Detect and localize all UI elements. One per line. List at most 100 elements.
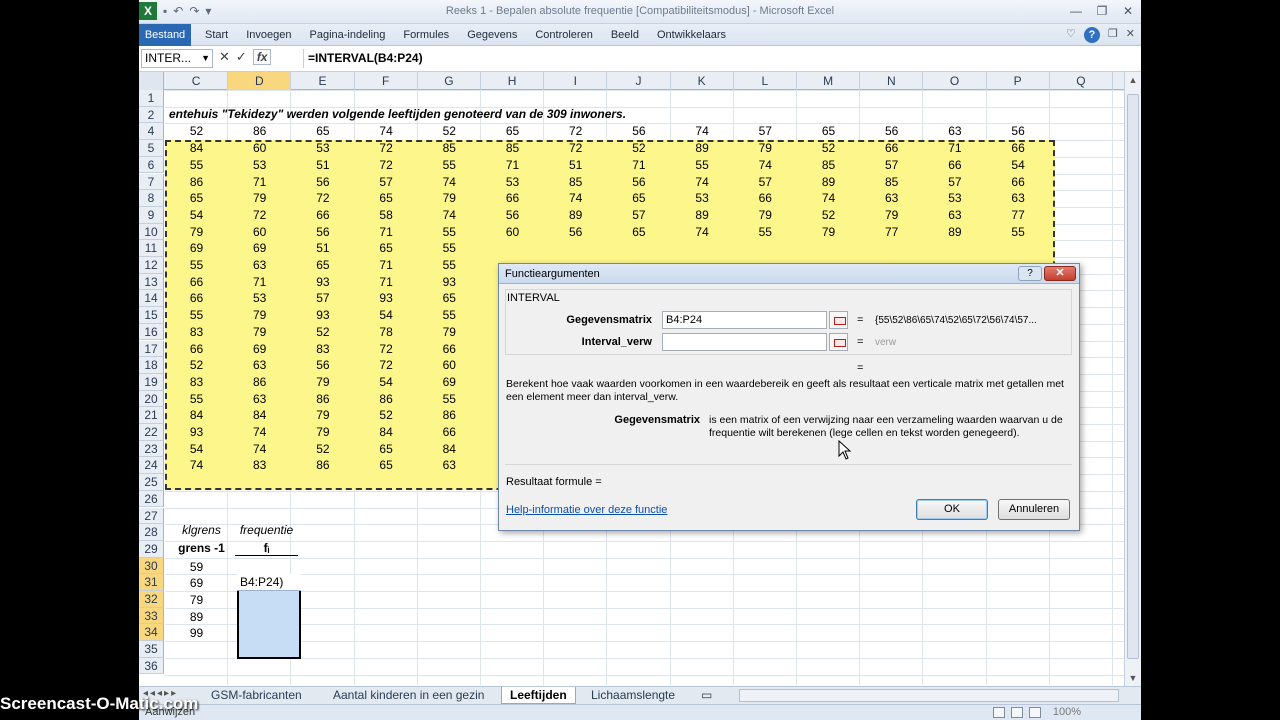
data-cell[interactable]: 65 xyxy=(291,123,354,139)
data-cell[interactable]: 79 xyxy=(734,140,797,156)
row-header-12[interactable]: 12 xyxy=(139,257,164,274)
data-cell[interactable]: 55 xyxy=(418,307,481,323)
data-cell[interactable]: 53 xyxy=(923,190,986,206)
row-header-4[interactable]: 4 xyxy=(139,123,164,141)
data-cell[interactable]: 56 xyxy=(291,224,354,240)
row-header-19[interactable]: 19 xyxy=(139,373,164,391)
data-cell[interactable]: 93 xyxy=(165,424,228,440)
row-header-9[interactable]: 9 xyxy=(139,206,164,224)
data-cell[interactable]: 79 xyxy=(228,324,291,340)
enter-formula-icon[interactable]: ✓ xyxy=(236,49,247,65)
data-cell[interactable]: 83 xyxy=(228,457,291,473)
data-cell[interactable]: 74 xyxy=(165,457,228,473)
data-cell[interactable]: 63 xyxy=(228,391,291,407)
data-cell[interactable]: 79 xyxy=(797,224,860,240)
data-cell[interactable]: 53 xyxy=(291,140,354,156)
data-cell[interactable]: 65 xyxy=(607,224,670,240)
data-cell[interactable]: 65 xyxy=(418,290,481,306)
data-cell[interactable]: 57 xyxy=(355,174,418,190)
data-cell[interactable]: 83 xyxy=(291,341,354,357)
collapse-dialog-icon[interactable] xyxy=(829,311,848,329)
data-cell[interactable]: 53 xyxy=(228,157,291,173)
data-cell[interactable]: 51 xyxy=(291,157,354,173)
normal-view-icon[interactable] xyxy=(993,707,1005,718)
data-cell[interactable]: 86 xyxy=(228,123,291,139)
data-cell[interactable]: 63 xyxy=(228,357,291,373)
data-cell[interactable]: 89 xyxy=(671,140,734,156)
chevron-down-icon[interactable]: ▼ xyxy=(201,50,210,67)
data-cell[interactable]: 72 xyxy=(355,357,418,373)
data-cell[interactable]: 79 xyxy=(418,190,481,206)
data-cell[interactable]: 52 xyxy=(355,407,418,423)
column-header-e[interactable]: E xyxy=(291,72,355,90)
data-cell[interactable]: 56 xyxy=(860,123,923,139)
collapse-dialog-icon[interactable] xyxy=(829,333,848,351)
row-header-10[interactable]: 10 xyxy=(139,223,164,241)
data-cell[interactable]: 55 xyxy=(734,224,797,240)
sheet-tab-kinderen[interactable]: Aantal kinderen in een gezin xyxy=(325,687,492,704)
data-cell[interactable]: 52 xyxy=(291,324,354,340)
data-cell[interactable]: 66 xyxy=(860,140,923,156)
dialog-close-icon[interactable]: ✕ xyxy=(1044,266,1076,281)
data-cell[interactable]: 56 xyxy=(481,207,544,223)
data-cell[interactable]: 55 xyxy=(165,307,228,323)
data-cell[interactable]: 52 xyxy=(797,140,860,156)
data-cell[interactable]: 56 xyxy=(987,123,1050,139)
data-cell[interactable]: 66 xyxy=(987,140,1050,156)
data-cell[interactable]: 77 xyxy=(987,207,1050,223)
cancel-button[interactable]: Annuleren xyxy=(998,499,1070,520)
data-cell[interactable]: 58 xyxy=(355,207,418,223)
row-header-6[interactable]: 6 xyxy=(139,156,164,174)
data-cell[interactable]: 74 xyxy=(544,190,607,206)
data-cell[interactable]: 86 xyxy=(165,174,228,190)
data-cell[interactable]: 72 xyxy=(291,190,354,206)
data-cell[interactable]: 71 xyxy=(355,224,418,240)
column-header-l[interactable]: L xyxy=(734,72,797,90)
data-cell[interactable]: 63 xyxy=(923,207,986,223)
arg-input-interval-verw[interactable] xyxy=(662,333,827,351)
data-cell[interactable]: 52 xyxy=(418,123,481,139)
sheet-tab-lichaamslengte[interactable]: Lichaamslengte xyxy=(583,687,683,704)
data-cell[interactable]: 79 xyxy=(418,324,481,340)
row-header-35[interactable]: 35 xyxy=(139,641,164,658)
data-cell[interactable]: 71 xyxy=(355,257,418,273)
data-cell[interactable]: 52 xyxy=(607,140,670,156)
data-cell[interactable]: 54 xyxy=(355,307,418,323)
data-cell[interactable]: 56 xyxy=(291,174,354,190)
data-cell[interactable]: 66 xyxy=(165,274,228,290)
insert-function-button[interactable]: fx xyxy=(252,49,272,65)
data-cell[interactable]: 66 xyxy=(165,341,228,357)
grens-value-cell[interactable]: 99 xyxy=(165,625,228,641)
data-cell[interactable]: 79 xyxy=(228,190,291,206)
column-header-o[interactable]: O xyxy=(923,72,987,90)
scroll-down-icon[interactable]: ▼ xyxy=(1125,673,1141,683)
data-cell[interactable]: 60 xyxy=(228,140,291,156)
tab-formules[interactable]: Formules xyxy=(397,24,461,46)
data-cell[interactable]: 85 xyxy=(418,140,481,156)
data-cell[interactable]: 54 xyxy=(987,157,1050,173)
data-cell[interactable]: 57 xyxy=(607,207,670,223)
workbook-restore-icon[interactable]: ❐ xyxy=(1108,27,1118,43)
data-cell[interactable]: 66 xyxy=(418,341,481,357)
data-cell[interactable]: 52 xyxy=(165,357,228,373)
restore-icon[interactable]: ❐ xyxy=(1089,0,1115,22)
data-cell[interactable]: 66 xyxy=(923,157,986,173)
row-header-26[interactable]: 26 xyxy=(139,490,164,508)
data-cell[interactable]: 86 xyxy=(291,457,354,473)
row-header-25[interactable]: 25 xyxy=(139,474,164,491)
page-break-view-icon[interactable] xyxy=(1029,707,1041,718)
ribbon-collapse-icon[interactable]: ♡ xyxy=(1066,27,1076,43)
data-cell[interactable]: 72 xyxy=(355,157,418,173)
column-header-n[interactable]: N xyxy=(860,72,924,90)
data-cell[interactable]: 55 xyxy=(418,391,481,407)
data-cell[interactable]: 63 xyxy=(228,257,291,273)
data-cell[interactable]: 84 xyxy=(165,407,228,423)
row-header-15[interactable]: 15 xyxy=(139,307,164,324)
column-header-p[interactable]: P xyxy=(987,72,1050,90)
data-cell[interactable]: 72 xyxy=(544,123,607,139)
data-cell[interactable]: 65 xyxy=(607,190,670,206)
data-cell[interactable]: 72 xyxy=(355,341,418,357)
tab-start[interactable]: Start xyxy=(199,24,240,46)
data-cell[interactable]: 65 xyxy=(291,257,354,273)
data-cell[interactable]: 54 xyxy=(165,207,228,223)
